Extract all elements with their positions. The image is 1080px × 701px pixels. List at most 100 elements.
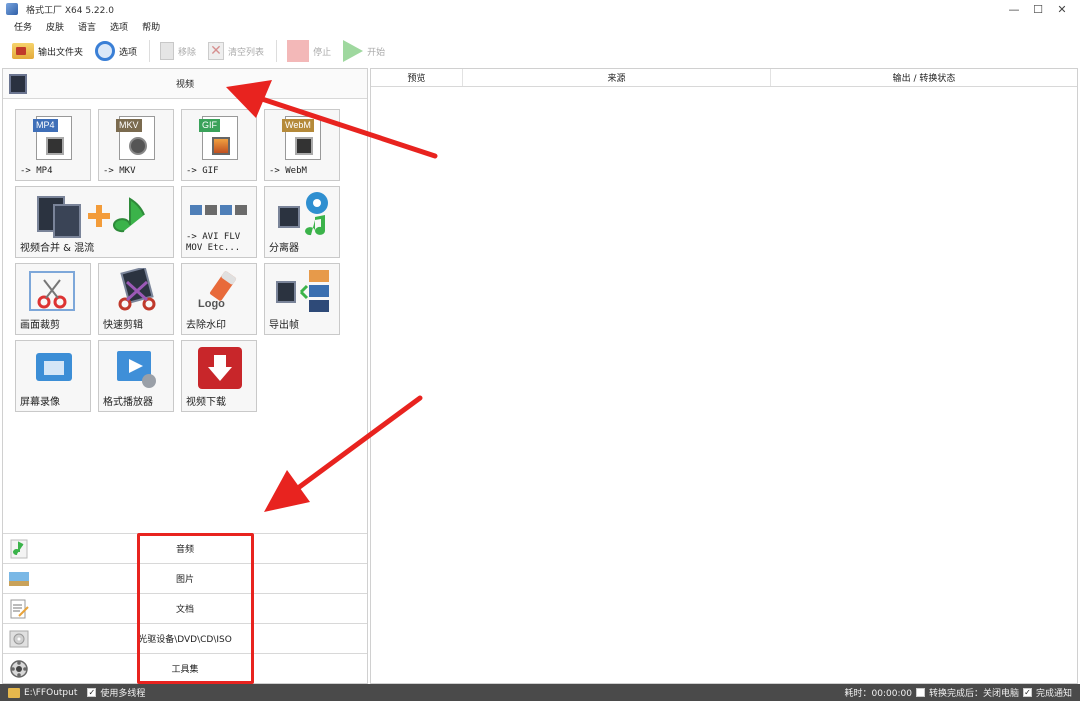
options-button[interactable]: 选项 <box>95 38 137 64</box>
mkv-file-icon: MKV <box>116 116 155 160</box>
remove-button[interactable]: 移除 <box>160 38 196 64</box>
document-icon <box>10 599 29 619</box>
export-frames-icon <box>276 270 329 312</box>
title-bar: 格式工厂 X64 5.22.0 — ☐ ✕ <box>0 0 1080 18</box>
tile-video-merge[interactable]: 视频合并 & 混流 <box>15 186 174 258</box>
gif-badge: GIF <box>199 119 220 132</box>
column-source[interactable]: 来源 <box>463 69 771 86</box>
film-strip-icon <box>46 137 64 155</box>
clear-x-icon: ✕ <box>208 42 225 60</box>
category-video-label: 视频 <box>175 80 194 90</box>
mp4-file-icon: MP4 <box>33 116 72 160</box>
output-path[interactable]: E:\FFOutput <box>24 688 77 698</box>
task-list[interactable]: 预览 来源 输出 / 转换状态 <box>370 68 1078 684</box>
menu-language[interactable]: 语言 <box>78 20 96 33</box>
tile-label: -> GIF <box>186 166 219 176</box>
film-strip-icon <box>295 137 313 155</box>
remove-document-icon <box>160 42 175 60</box>
multithread-label: 使用多线程 <box>100 689 146 699</box>
webm-badge: WebM <box>282 119 314 132</box>
menu-task[interactable]: 任务 <box>14 20 32 33</box>
crop-scissors-icon <box>29 271 75 311</box>
close-button[interactable]: ✕ <box>1050 0 1074 18</box>
menu-help[interactable]: 帮助 <box>142 20 160 33</box>
tile-format-player[interactable]: 格式播放器 <box>98 340 174 412</box>
stop-button[interactable]: 停止 <box>287 38 331 64</box>
tile-to-mp4[interactable]: MP4 -> MP4 <box>15 109 91 181</box>
webm-file-icon: WebM <box>282 116 321 160</box>
maximize-button[interactable]: ☐ <box>1026 0 1050 18</box>
download-icon <box>198 347 242 389</box>
stop-label: 停止 <box>313 47 332 58</box>
screen-record-icon <box>36 353 72 381</box>
quick-clip-icon <box>118 268 156 311</box>
toolbar: 输出文件夹 选项 移除 ✕ 清空列表 停止 开始 <box>0 36 1080 66</box>
tile-to-gif[interactable]: GIF -> GIF <box>181 109 257 181</box>
splitter-icon <box>278 192 328 236</box>
gif-file-icon: GIF <box>199 116 238 160</box>
window-controls: — ☐ ✕ <box>1002 0 1074 18</box>
shutdown-after-checkbox[interactable] <box>915 688 925 697</box>
mp4-badge: MP4 <box>33 119 58 132</box>
annotation-highlight-box <box>137 533 254 684</box>
disc-icon <box>9 630 29 648</box>
play-icon <box>343 40 364 62</box>
toolbar-divider <box>276 40 278 62</box>
output-folder-label: 输出文件夹 <box>38 47 84 58</box>
toolbar-divider <box>149 40 151 62</box>
tile-label: -> MKV <box>103 166 136 176</box>
status-bar: E:\FFOutput ✓ 使用多线程 耗时：00:00:00 转换完成后：关闭… <box>0 684 1080 701</box>
after-convert-label: 转换完成后：关闭电脑 <box>928 689 1019 699</box>
minimize-button[interactable]: — <box>1002 0 1026 18</box>
window-title: 格式工厂 X64 5.22.0 <box>26 5 114 16</box>
tile-export-frames[interactable]: 导出帧 <box>264 263 340 335</box>
app-logo-icon <box>6 3 18 15</box>
menu-options[interactable]: 选项 <box>110 20 128 33</box>
start-label: 开始 <box>367 47 386 58</box>
toolbox-icon <box>10 660 28 678</box>
tile-remove-watermark[interactable]: Logo 去除水印 <box>181 263 257 335</box>
notify-checkbox[interactable]: ✓ <box>1022 688 1032 697</box>
category-video-header[interactable]: 视频 <box>3 69 367 99</box>
player-icon <box>117 351 156 388</box>
format-thumbnails-icon <box>190 205 247 215</box>
logo-watermark-text: Logo <box>198 298 225 310</box>
status-right: 耗时：00:00:00 转换完成后：关闭电脑 ✓ 完成通知 <box>845 684 1072 701</box>
remove-label: 移除 <box>178 47 197 58</box>
tile-label: 去除水印 <box>186 320 226 331</box>
tile-video-download[interactable]: 视频下载 <box>181 340 257 412</box>
output-folder-icon <box>8 687 20 698</box>
tile-quick-clip[interactable]: 快速剪辑 <box>98 263 174 335</box>
tile-label: -> WebM <box>269 166 307 176</box>
output-folder-button[interactable]: 输出文件夹 <box>12 38 83 64</box>
gear-icon <box>95 41 116 61</box>
tile-screen-record[interactable]: 屏幕录像 <box>15 340 91 412</box>
column-preview[interactable]: 预览 <box>371 69 463 86</box>
tile-crop[interactable]: 画面裁剪 <box>15 263 91 335</box>
multithread-checkbox[interactable]: ✓ <box>87 688 97 697</box>
tile-label: 导出帧 <box>269 320 299 331</box>
tile-label: 分离器 <box>269 243 299 254</box>
folder-icon <box>12 43 34 59</box>
disc-icon <box>129 137 147 155</box>
tile-label: 格式播放器 <box>103 397 153 408</box>
tile-to-webm[interactable]: WebM -> WebM <box>264 109 340 181</box>
menu-skin[interactable]: 皮肤 <box>46 20 64 33</box>
tile-label: 视频合并 & 混流 <box>20 243 95 254</box>
picture-icon <box>9 572 29 586</box>
tile-to-other-formats[interactable]: -> AVI FLV MOV Etc... <box>181 186 257 258</box>
tile-to-mkv[interactable]: MKV -> MKV <box>98 109 174 181</box>
menu-bar: 任务 皮肤 语言 选项 帮助 <box>0 18 1080 34</box>
start-button[interactable]: 开始 <box>343 38 385 64</box>
task-list-header: 预览 来源 输出 / 转换状态 <box>371 69 1077 87</box>
tile-splitter[interactable]: 分离器 <box>264 186 340 258</box>
tile-label: 快速剪辑 <box>103 320 143 331</box>
sunset-image-icon <box>212 137 230 155</box>
film-icon <box>9 74 27 94</box>
clear-list-button[interactable]: ✕ 清空列表 <box>208 38 264 64</box>
notify-label: 完成通知 <box>1035 689 1072 699</box>
tile-label: -> MP4 <box>20 166 53 176</box>
elapsed-time: 耗时：00:00:00 <box>844 689 912 699</box>
column-output-status[interactable]: 输出 / 转换状态 <box>771 69 1077 86</box>
tile-label: 屏幕录像 <box>20 397 60 408</box>
